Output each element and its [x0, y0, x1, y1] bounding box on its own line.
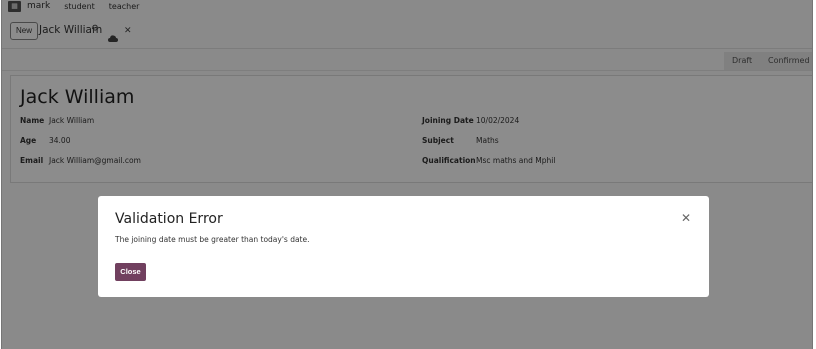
- dialog-message: The joining date must be greater than to…: [115, 235, 310, 244]
- close-button[interactable]: Close: [115, 263, 146, 281]
- close-icon[interactable]: ✕: [681, 211, 691, 225]
- validation-error-dialog: Validation Error ✕ The joining date must…: [98, 196, 709, 297]
- dialog-title: Validation Error: [115, 211, 223, 227]
